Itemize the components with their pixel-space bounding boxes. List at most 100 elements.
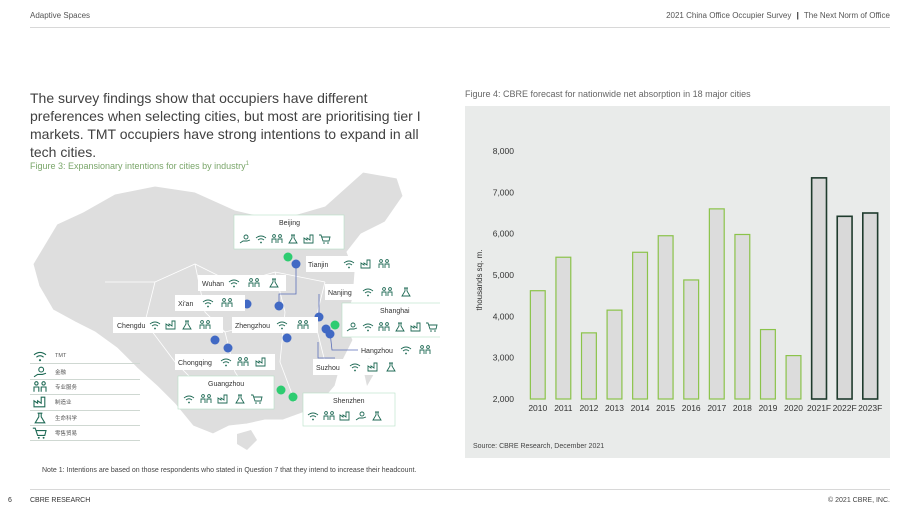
- y-tick-label: 5,000: [493, 270, 515, 280]
- city-dot-beijing: [283, 252, 293, 262]
- legend-row-manufacturing: 制造业: [30, 395, 140, 411]
- x-tick-label: 2016: [682, 403, 701, 413]
- x-tick-label: 2012: [579, 403, 598, 413]
- city-box-guangzhou: Guangzhou: [177, 375, 275, 410]
- figure3-title-text: Figure 3: Expansionary intentions for ci…: [30, 161, 246, 171]
- city-dot-zhengzhou: [274, 301, 284, 311]
- industry-legend: TMT 金融 专业服务 制造业 生命科学 零售贸易: [30, 349, 140, 442]
- bar-2017: [708, 208, 725, 400]
- header-right-title: 2021 China Office Occupier Survey | The …: [666, 11, 890, 20]
- bar-2019: [759, 328, 776, 400]
- city-dot-guangzhou: [276, 385, 286, 395]
- header-left-title: Adaptive Spaces: [30, 11, 91, 20]
- intro-paragraph: The survey findings show that occupiers …: [30, 90, 421, 160]
- x-tick-label: 2023F: [858, 403, 882, 413]
- y-tick-label: 3,000: [493, 353, 515, 363]
- bar-2012: [580, 332, 597, 400]
- city-box-tianjin: Tianjin: [306, 256, 401, 272]
- city-box-chengdu: Chengdu: [113, 317, 223, 333]
- y-tick-label: 8,000: [493, 146, 515, 156]
- x-tick-label: 2011: [554, 403, 573, 413]
- hainan-island: [237, 430, 257, 450]
- bar-2022f: [836, 215, 853, 400]
- y-tick-label: 4,000: [493, 311, 515, 321]
- y-axis-label: thousands sq. m.: [475, 250, 484, 311]
- x-tick-label: 2017: [707, 403, 726, 413]
- header-separator: |: [796, 11, 799, 20]
- bar-2014: [632, 251, 649, 400]
- y-axis-ticks: 2,000 3,000 4,000 5,000 6,000 7,000 8,000: [493, 146, 515, 404]
- bar-2016: [683, 279, 700, 400]
- legend-label-professional: 专业服务: [55, 384, 78, 391]
- x-tick-label: 2015: [656, 403, 675, 413]
- factory-icon: [33, 397, 46, 408]
- city-box-shenzhen: Shenzhen: [302, 392, 396, 427]
- x-tick-label: 2010: [528, 403, 547, 413]
- page-number: 6: [8, 497, 12, 504]
- city-dot-wuhan: [282, 333, 292, 343]
- survey-title: 2021 China Office Occupier Survey: [666, 11, 792, 20]
- wifi-icon: [33, 351, 47, 363]
- legend-label-manufacturing: 制造业: [55, 400, 72, 407]
- bar-2013: [606, 309, 623, 400]
- legend-row-retail: 零售贸易: [30, 426, 140, 442]
- legend-label-retail: 零售贸易: [55, 431, 78, 438]
- city-label-suzhou: Suzhou: [316, 365, 340, 372]
- bar-2021f: [810, 177, 828, 400]
- city-label-chongqing: Chongqing: [178, 360, 212, 367]
- y-tick-label: 6,000: [493, 229, 515, 239]
- city-label-guangzhou: Guangzhou: [208, 381, 244, 388]
- city-box-chongqing: Chongqing: [175, 354, 275, 370]
- city-label-chengdu: Chengdu: [117, 323, 146, 330]
- legend-label-life-science: 生命科学: [55, 415, 78, 422]
- x-tick-label: 2013: [605, 403, 624, 413]
- hand-coin-icon: [33, 366, 47, 377]
- city-label-hangzhou: Hangzhou: [361, 348, 393, 355]
- x-tick-label: 2020: [784, 403, 803, 413]
- city-label-shenzhen: Shenzhen: [333, 398, 365, 405]
- legend-row-life-science: 生命科学: [30, 411, 140, 426]
- city-box-wuhan: Wuhan: [198, 275, 286, 291]
- x-tick-label: 2019: [758, 403, 777, 413]
- city-label-shanghai: Shanghai: [380, 308, 410, 315]
- flask-icon: [34, 412, 46, 424]
- city-box-suzhou: Suzhou: [313, 359, 405, 375]
- bar-2015: [657, 235, 674, 400]
- legend-row-finance: 金融: [30, 364, 140, 380]
- bar-2023f: [861, 212, 879, 400]
- x-axis-ticks: 2010 2011 2012 2013 2014 2015 2016 2017 2018 2019…: [528, 403, 882, 413]
- y-tick-label: 7,000: [493, 187, 515, 197]
- city-label-nanjing: Nanjing: [328, 290, 352, 297]
- city-dot-shenzhen: [288, 392, 298, 402]
- x-tick-label: 2018: [733, 403, 752, 413]
- cart-icon: [32, 427, 47, 440]
- bars: [529, 177, 879, 400]
- legend-row-professional: 专业服务: [30, 380, 140, 396]
- y-tick-label: 2,000: [493, 394, 515, 404]
- city-dot-shanghai: [330, 320, 340, 330]
- bar-2020: [785, 355, 802, 400]
- legend-row-tmt: TMT: [30, 349, 140, 365]
- city-box-shanghai: Shanghai: [341, 302, 440, 338]
- city-label-xian: Xi'an: [178, 301, 193, 308]
- legend-label-tmt: TMT: [55, 353, 67, 360]
- bar-2018: [734, 233, 751, 400]
- figure4-source: Source: CBRE Research, December 2021: [473, 443, 605, 450]
- city-box-beijing: Beijing: [233, 214, 345, 250]
- x-tick-label: 2021F: [807, 403, 831, 413]
- city-box-zhengzhou: Zhengzhou: [232, 317, 318, 333]
- figure3-footnote-mark: 1: [245, 161, 249, 167]
- x-tick-label: 2022F: [833, 403, 857, 413]
- x-tick-label: 2014: [631, 403, 650, 413]
- figure4-title: Figure 4: CBRE forecast for nationwide n…: [465, 89, 751, 99]
- legend-label-finance: 金融: [55, 369, 67, 376]
- figure3-note: Note 1: Intentions are based on those re…: [42, 467, 417, 474]
- city-box-xian: Xi'an: [175, 295, 245, 311]
- figure3-title: Figure 3: Expansionary intentions for ci…: [30, 161, 249, 171]
- footer-brand: CBRE RESEARCH: [30, 497, 91, 504]
- city-box-nanjing: Nanjing: [325, 284, 415, 300]
- survey-subtitle: The Next Norm of Office: [803, 11, 890, 20]
- footer-copyright: © 2021 CBRE, INC.: [828, 497, 890, 504]
- footer-divider: [30, 489, 890, 490]
- bar-2011: [555, 256, 572, 400]
